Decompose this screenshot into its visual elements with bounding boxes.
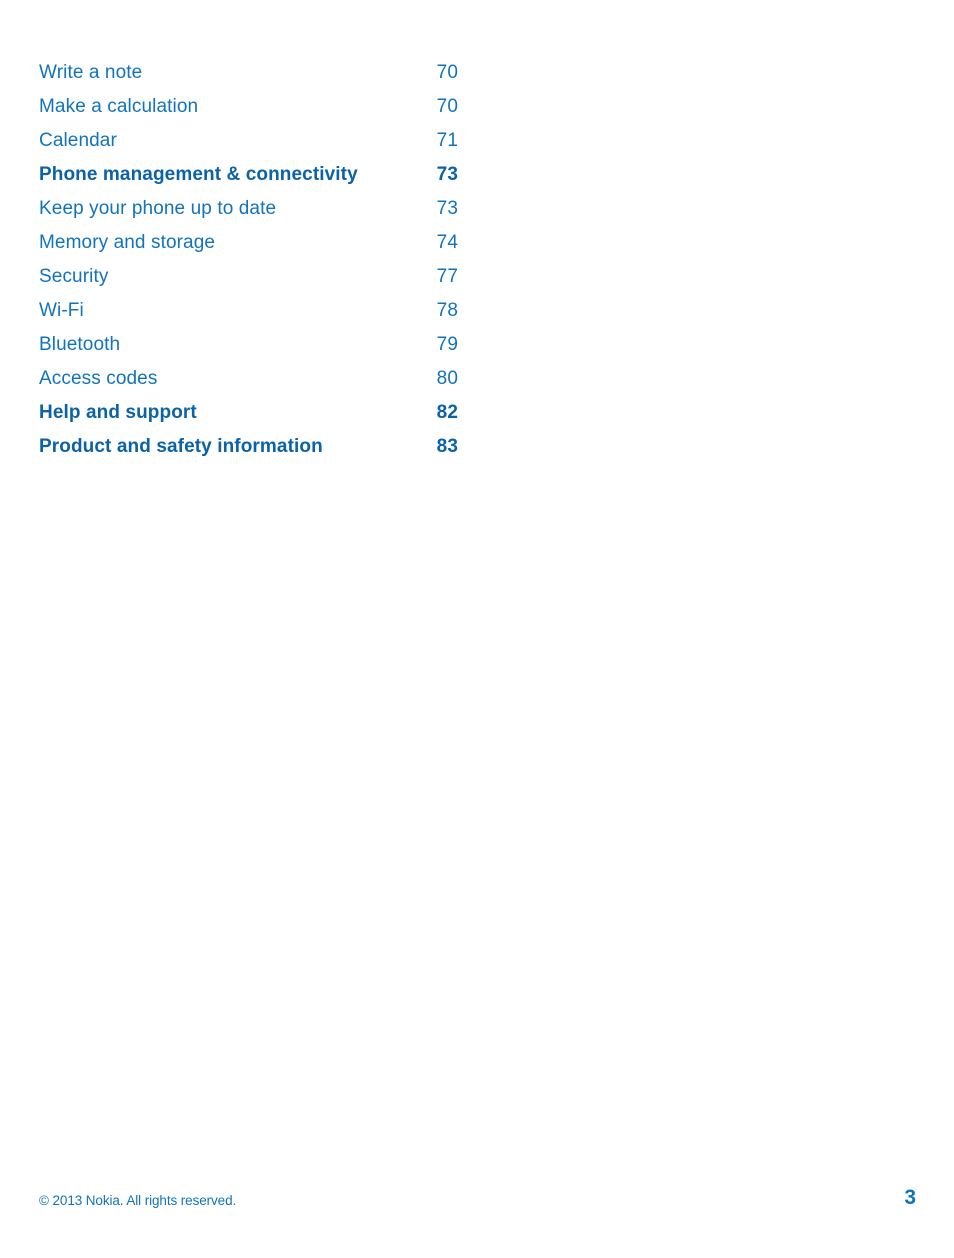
toc-entry-page-number: 83 [436,436,458,457]
toc-entry-page-number: 73 [436,164,458,185]
toc-entry[interactable]: Memory and storage 74 [39,226,458,260]
copyright-notice: © 2013 Nokia. All rights reserved. [39,1193,237,1208]
document-page: Write a note 70 Make a calculation 70 Calend… [0,0,954,1258]
toc-entry[interactable]: Wi-Fi 78 [39,294,458,328]
toc-entry[interactable]: Calendar 71 [39,124,458,158]
toc-entry-page-number: 77 [436,266,458,287]
toc-entry-title: Security [39,266,109,287]
toc-entry[interactable]: Bluetooth 79 [39,328,458,362]
toc-entry-title: Calendar [39,130,117,151]
toc-entry-page-number: 82 [436,402,458,423]
toc-entry-title: Bluetooth [39,334,121,355]
toc-entry-title: Keep your phone up to date [39,198,277,219]
toc-entry-page-number: 80 [436,368,458,389]
toc-entry-page-number: 74 [436,232,458,253]
toc-entry-title: Memory and storage [39,232,216,253]
toc-entry-title: Make a calculation [39,96,199,117]
toc-entry[interactable]: Security 77 [39,260,458,294]
toc-entry-page-number: 78 [436,300,458,321]
toc-entry-page-number: 73 [436,198,458,219]
toc-entry[interactable]: Help and support 82 [39,396,458,430]
page-footer: © 2013 Nokia. All rights reserved. 3 [39,1187,916,1208]
toc-entry-page-number: 70 [436,96,458,117]
toc-entry[interactable]: Make a calculation 70 [39,90,458,124]
toc-entry-page-number: 71 [436,130,458,151]
page-number: 3 [904,1186,916,1209]
toc-entry[interactable]: Phone management & connectivity 73 [39,158,458,192]
toc-entry-page-number: 79 [436,334,458,355]
table-of-contents: Write a note 70 Make a calculation 70 Calend… [39,56,458,464]
toc-entry-page-number: 70 [436,62,458,83]
toc-entry-title: Help and support [39,402,197,423]
toc-entry-title: Product and safety information [39,436,323,457]
toc-entry[interactable]: Keep your phone up to date 73 [39,192,458,226]
toc-entry-title: Write a note [39,62,143,83]
toc-entry-title: Wi-Fi [39,300,84,321]
toc-entry[interactable]: Access codes 80 [39,362,458,396]
toc-entry[interactable]: Write a note 70 [39,56,458,90]
toc-entry[interactable]: Product and safety information 83 [39,430,458,464]
toc-entry-title: Access codes [39,368,158,389]
toc-entry-title: Phone management & connectivity [39,164,358,185]
